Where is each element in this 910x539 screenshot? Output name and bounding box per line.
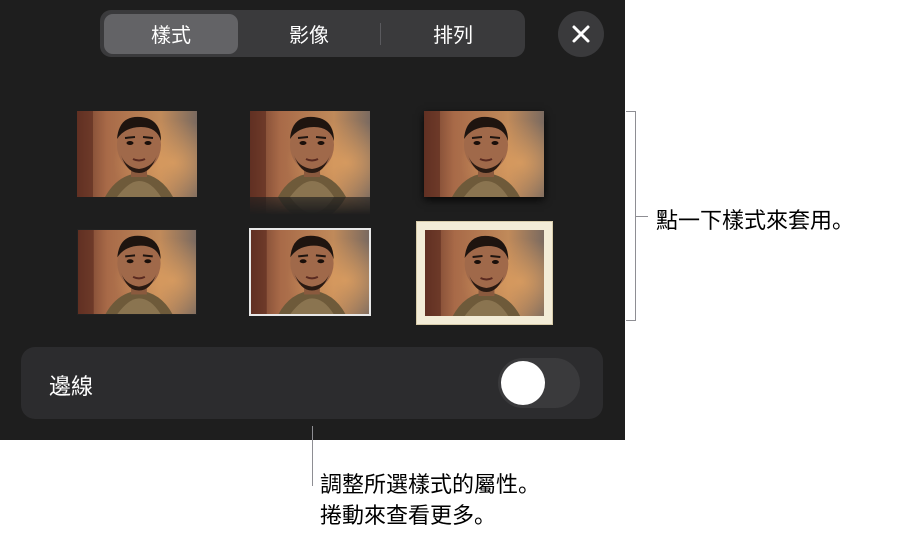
style-thumbnail-white-border[interactable] xyxy=(249,228,371,316)
tab-arrange[interactable]: 排列 xyxy=(381,14,525,54)
border-toggle[interactable] xyxy=(498,358,580,408)
style-thumbnail-plain[interactable] xyxy=(77,111,197,197)
tab-image-label: 影像 xyxy=(289,23,329,47)
portrait-image xyxy=(424,111,544,197)
border-setting-row: 邊線 xyxy=(21,347,603,419)
style-thumbnail-dark-border[interactable] xyxy=(77,229,197,315)
callout-line xyxy=(312,426,313,486)
portrait-image xyxy=(77,111,197,197)
callout-bracket xyxy=(626,111,636,321)
callout-bracket-tick xyxy=(636,216,648,217)
tab-style[interactable]: 樣式 xyxy=(104,13,238,54)
portrait-image xyxy=(78,230,196,314)
tab-arrange-label: 排列 xyxy=(433,23,473,47)
portrait-image xyxy=(425,230,544,316)
callout-style-hint: 點一下樣式來套用。 xyxy=(656,209,855,234)
toggle-knob xyxy=(501,361,545,405)
format-popover: 樣式 影像 排列 邊線 xyxy=(0,0,625,440)
callout-adjust-line2: 捲動來查看更多。 xyxy=(320,504,497,529)
style-thumbnail-shadow[interactable] xyxy=(424,111,544,197)
style-thumbnail-reflection[interactable] xyxy=(250,111,370,197)
portrait-image xyxy=(250,111,370,197)
border-label: 邊線 xyxy=(49,375,94,400)
tab-image[interactable]: 影像 xyxy=(238,14,380,54)
close-icon xyxy=(572,25,590,43)
callout-adjust-line1: 調整所選樣式的屬性。 xyxy=(320,473,541,498)
style-thumbnail-cream-frame[interactable] xyxy=(416,221,553,325)
format-tabs: 樣式 影像 排列 xyxy=(100,10,525,57)
callout-adjust-hint: 調整所選樣式的屬性。 捲動來查看更多。 xyxy=(320,470,540,532)
portrait-reflection-image xyxy=(250,197,370,215)
close-button[interactable] xyxy=(558,11,604,57)
tab-style-label: 樣式 xyxy=(151,23,191,47)
reflection-effect xyxy=(250,197,370,215)
portrait-image xyxy=(251,230,369,314)
